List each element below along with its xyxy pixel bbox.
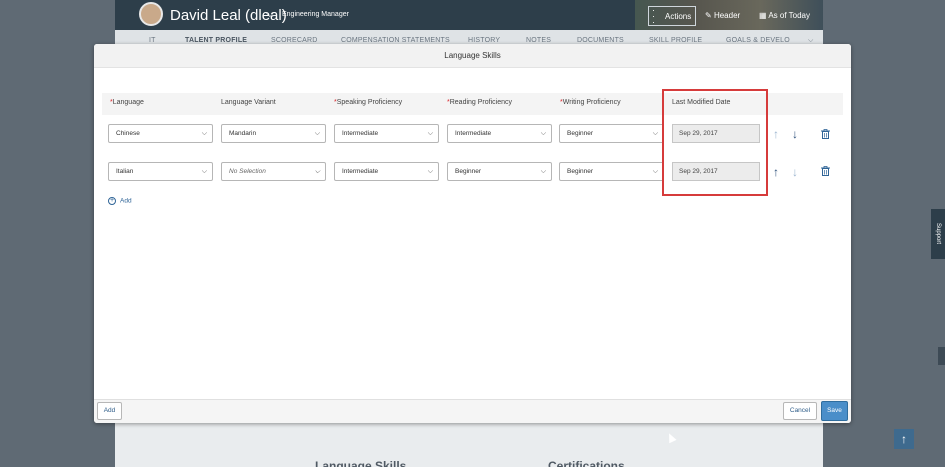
variant-select[interactable]: Mandarin ⌵ <box>221 124 326 143</box>
select-value: Italian <box>116 168 134 175</box>
add-button[interactable]: Add <box>97 402 122 420</box>
tab-compensation-statements[interactable]: COMPENSATION STATEMENTS <box>341 37 450 44</box>
move-down-icon[interactable]: ↓ <box>792 166 798 178</box>
reading-select[interactable]: Beginner ⌵ <box>447 162 552 181</box>
tab-notes[interactable]: NOTES <box>526 37 551 44</box>
select-value: Chinese <box>116 130 140 137</box>
move-down-icon[interactable]: ↓ <box>792 128 798 140</box>
trash-icon[interactable] <box>821 129 830 139</box>
header-label: Header <box>713 11 741 20</box>
arrow-up-icon[interactable]: ↑ <box>894 429 914 449</box>
tab-goals-development[interactable]: GOALS & DEVELO <box>726 37 790 44</box>
chevron-down-icon[interactable]: ⌵ <box>266 9 274 20</box>
user-title: Engineering Manager <box>282 11 349 18</box>
profile-header: David Leal (dleal) ⌵ Engineering Manager… <box>115 0 823 30</box>
chevron-down-icon: ⌵ <box>201 130 207 137</box>
speaking-select[interactable]: Intermediate ⌵ <box>334 124 439 143</box>
chevron-down-icon: ⌵ <box>314 168 320 175</box>
column-header-speaking: *Speaking Proficiency <box>334 99 402 106</box>
writing-select[interactable]: Beginner ⌵ <box>559 162 664 181</box>
chevron-down-icon: ⌵ <box>540 168 546 175</box>
tab-it[interactable]: IT <box>149 37 156 44</box>
section-heading-language-skills: Language Skills <box>315 459 407 467</box>
chevron-down-icon: ⌵ <box>427 168 433 175</box>
trash-icon[interactable] <box>821 166 830 176</box>
support-tab[interactable]: Support <box>931 209 945 259</box>
select-value: Beginner <box>567 168 594 175</box>
tab-talent-profile[interactable]: TALENT PROFILE <box>185 37 247 44</box>
select-value: Beginner <box>455 168 482 175</box>
section-heading-certifications: Certifications <box>548 459 625 467</box>
dialog-title: Language Skills <box>94 44 851 68</box>
column-label: Reading Proficiency <box>449 99 512 106</box>
tab-documents[interactable]: DOCUMENTS <box>577 37 624 44</box>
add-language-link[interactable]: + Add <box>108 197 132 205</box>
actions-label: Actions <box>665 12 692 21</box>
add-link-label: Add <box>120 197 132 205</box>
scrollbar-thumb[interactable] <box>938 347 945 365</box>
select-value: Mandarin <box>229 130 257 137</box>
actions-button[interactable]: Actions <box>648 6 697 26</box>
move-up-icon[interactable]: ↑ <box>773 128 779 140</box>
more-vertical-icon: · · · <box>652 5 655 27</box>
column-header-writing: *Writing Proficiency <box>560 99 621 106</box>
tab-skill-profile[interactable]: SKILL PROFILE <box>649 37 702 44</box>
select-placeholder: No Selection <box>229 168 266 175</box>
save-button[interactable]: Save <box>821 401 848 421</box>
language-skills-dialog: Language Skills *Language Language Varia… <box>94 44 851 423</box>
select-value: Intermediate <box>342 168 379 175</box>
chevron-down-icon: ⌵ <box>314 130 320 137</box>
cancel-button[interactable]: Cancel <box>783 402 817 420</box>
column-header-reading: *Reading Proficiency <box>447 99 512 106</box>
header-button[interactable]: ✎ Header <box>701 6 744 26</box>
variant-select[interactable]: No Selection ⌵ <box>221 162 326 181</box>
chevron-down-icon: ⌵ <box>201 168 207 175</box>
as-of-today-button[interactable]: ▦ As of Today <box>755 6 814 26</box>
language-select[interactable]: Chinese ⌵ <box>108 124 213 143</box>
plus-circle-icon: + <box>108 197 116 205</box>
dialog-footer <box>94 399 851 423</box>
tab-history[interactable]: HISTORY <box>468 37 500 44</box>
annotation-highlight-box <box>662 89 768 196</box>
select-value: Intermediate <box>342 130 379 137</box>
as-of-label: As of Today <box>768 11 810 20</box>
column-label: Speaking Proficiency <box>336 99 403 106</box>
chevron-down-icon: ⌵ <box>652 168 658 175</box>
move-up-icon[interactable]: ↑ <box>773 166 779 178</box>
select-value: Intermediate <box>455 130 492 137</box>
column-header-language: *Language <box>110 99 144 106</box>
chevron-down-icon: ⌵ <box>652 130 658 137</box>
language-select[interactable]: Italian ⌵ <box>108 162 213 181</box>
writing-select[interactable]: Beginner ⌵ <box>559 124 664 143</box>
column-label: Language <box>112 99 144 106</box>
reading-select[interactable]: Intermediate ⌵ <box>447 124 552 143</box>
column-label: Writing Proficiency <box>562 99 621 106</box>
avatar[interactable] <box>139 2 163 26</box>
chevron-down-icon: ⌵ <box>427 130 433 137</box>
chevron-down-icon: ⌵ <box>540 130 546 137</box>
tab-scorecard[interactable]: SCORECARD <box>271 37 318 44</box>
speaking-select[interactable]: Intermediate ⌵ <box>334 162 439 181</box>
column-header-variant: Language Variant <box>221 99 276 106</box>
select-value: Beginner <box>567 130 594 137</box>
